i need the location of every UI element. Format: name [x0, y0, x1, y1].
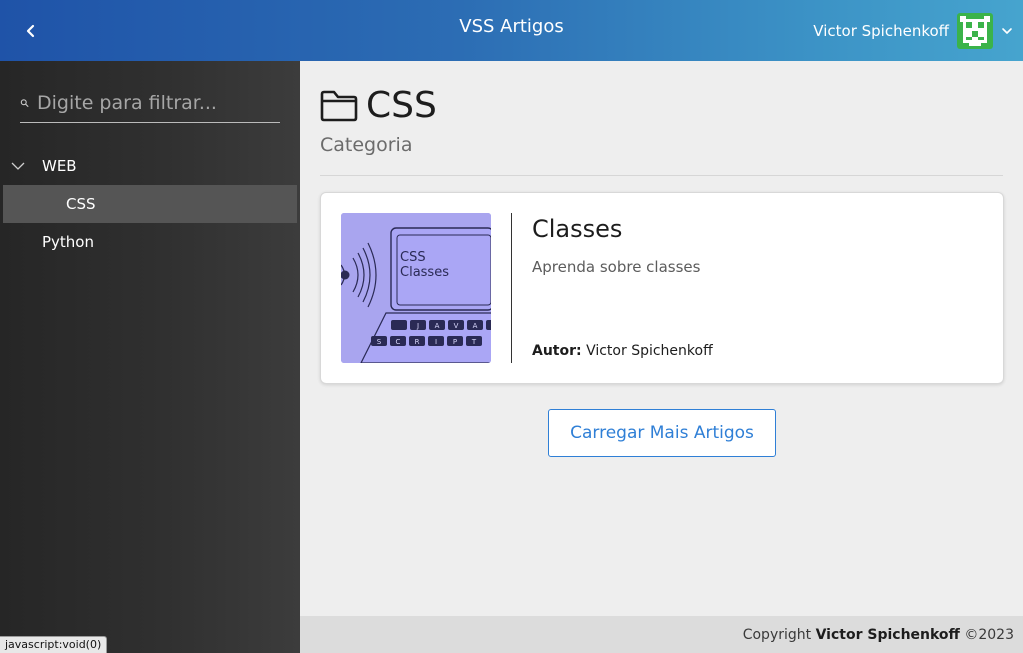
app-title[interactable]: VSS Artigos	[459, 16, 563, 37]
article-thumbnail: CSS Classes J A V A S C R I P T	[341, 213, 491, 363]
key-label: V	[454, 322, 459, 330]
copyright-prefix: Copyright	[742, 627, 812, 643]
chevron-left-icon	[26, 24, 35, 38]
key-label: P	[453, 338, 457, 346]
thumbnail-line1: CSS	[400, 250, 426, 265]
thumbnail-line2: Classes	[400, 265, 449, 280]
avatar	[957, 13, 993, 49]
page-subtitle: Categoria	[320, 134, 413, 156]
copyright-name: Victor Spichenkoff	[815, 627, 960, 643]
tree-item-label: Python	[42, 233, 94, 251]
key-label: T	[471, 338, 477, 346]
css-classes-illustration: CSS Classes J A V A S C R I P T	[341, 213, 491, 363]
status-bar-url: javascript:void(0)	[0, 636, 108, 653]
card-separator	[511, 213, 512, 363]
tree-item-css[interactable]: CSS	[3, 185, 297, 223]
tree-item-web[interactable]: WEB	[0, 147, 300, 185]
tree-item-label: CSS	[66, 195, 96, 213]
article-author: Autor: Victor Spichenkoff	[532, 343, 713, 359]
page-title: CSS	[366, 85, 437, 126]
key-label: A	[473, 322, 478, 330]
key-label: I	[435, 338, 437, 346]
key-label: C	[396, 338, 401, 346]
search-box	[20, 83, 280, 123]
folder-icon	[320, 90, 358, 121]
top-app-bar: VSS Artigos Victor Spichenkoff	[0, 0, 1023, 61]
key-label: S	[377, 338, 382, 346]
tree-item-label: WEB	[42, 157, 77, 175]
sidebar: WEB CSS Python	[0, 61, 300, 653]
back-button[interactable]	[18, 18, 44, 44]
divider	[320, 175, 1003, 176]
search-icon	[20, 98, 29, 107]
key-label: R	[415, 338, 420, 346]
copyright-year: ©2023	[964, 627, 1014, 643]
author-label: Autor:	[532, 343, 582, 359]
article-title[interactable]: Classes	[532, 215, 622, 243]
load-more-button[interactable]: Carregar Mais Artigos	[548, 409, 776, 457]
main-content: CSS Categoria CSS Classes J A V A S C R …	[300, 61, 1023, 616]
copyright: Copyright Victor Spichenkoff ©2023	[743, 627, 1014, 643]
user-name: Victor Spichenkoff	[813, 22, 949, 40]
chevron-down-icon	[1002, 28, 1012, 34]
category-tree: WEB CSS Python	[0, 147, 300, 261]
search-input[interactable]	[37, 84, 280, 121]
article-description: Aprenda sobre classes	[532, 258, 701, 276]
footer: Copyright Victor Spichenkoff ©2023	[300, 616, 1023, 653]
key-label: A	[435, 322, 440, 330]
author-name: Victor Spichenkoff	[586, 343, 713, 359]
article-card[interactable]: CSS Classes J A V A S C R I P T Classes …	[320, 192, 1004, 384]
key-label: J	[416, 322, 419, 330]
user-menu[interactable]: Victor Spichenkoff	[813, 13, 1013, 49]
chevron-down-icon	[11, 162, 25, 170]
tree-item-python[interactable]: Python	[0, 223, 300, 261]
page-heading: CSS	[320, 85, 437, 126]
